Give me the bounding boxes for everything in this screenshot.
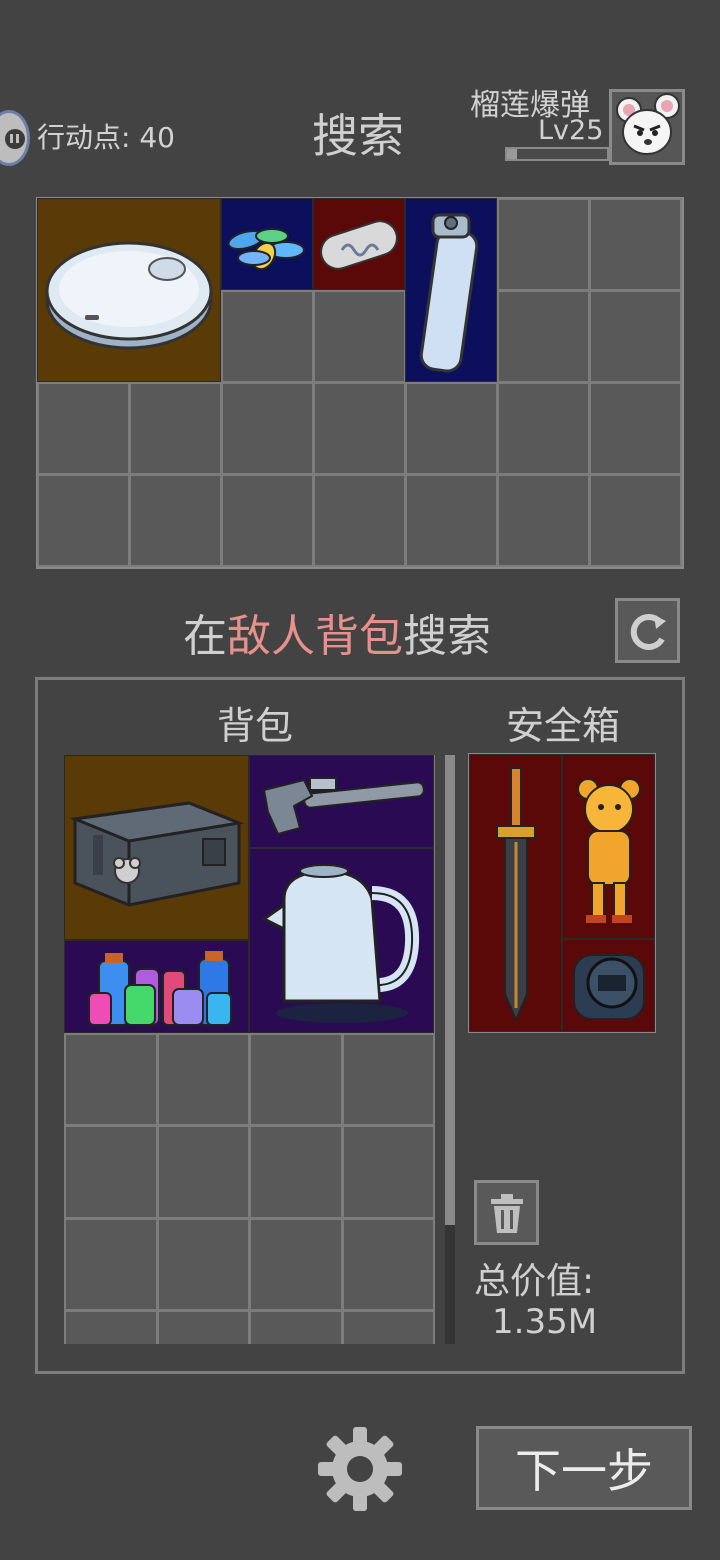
loot-grid-cell[interactable]	[497, 382, 590, 475]
backpack-grid-cell[interactable]	[341, 1217, 435, 1311]
next-step-button[interactable]: 下一步	[476, 1426, 692, 1510]
loot-grid-cell[interactable]	[221, 382, 314, 475]
search-prompt-prefix: 在	[183, 611, 227, 662]
refresh-icon	[630, 613, 666, 650]
loot-grid-cell[interactable]	[129, 474, 222, 567]
loot-grid-cell[interactable]	[405, 382, 498, 475]
backpack-item-storage-box[interactable]	[64, 755, 249, 940]
trash-icon	[490, 1193, 523, 1233]
loot-item-pills[interactable]	[221, 198, 313, 290]
backpack-grid	[64, 755, 436, 1344]
page-title: 搜索	[312, 109, 404, 163]
backpack-grid-cell[interactable]	[249, 1032, 343, 1126]
backpack-grid-cell[interactable]	[156, 1217, 250, 1311]
backpack-grid-cell[interactable]	[249, 1125, 343, 1219]
player-level: Lv25	[538, 115, 604, 146]
loot-item-capsule[interactable]	[313, 198, 405, 290]
loot-grid-cell[interactable]	[589, 198, 682, 291]
player-avatar[interactable]	[609, 89, 685, 165]
loot-grid-cell[interactable]	[313, 382, 406, 475]
backpack-item-pipe-wrench[interactable]	[249, 755, 434, 848]
action-points: 行动点: 40	[37, 121, 175, 154]
loot-item-water-bottle[interactable]	[405, 198, 497, 382]
backpack-grid-cell[interactable]	[249, 1310, 343, 1344]
loot-grid-cell[interactable]	[313, 474, 406, 567]
safebox-item-sword[interactable]	[469, 754, 562, 1032]
loot-grid-cell[interactable]	[129, 382, 222, 475]
loot-grid-cell[interactable]	[37, 382, 130, 475]
backpack-grid-cell[interactable]	[64, 1310, 158, 1344]
search-prompt-highlight: 敌人背包	[227, 611, 403, 662]
loot-grid-cell[interactable]	[221, 290, 314, 383]
xp-bar	[505, 147, 609, 161]
safebox-label: 安全箱	[506, 704, 621, 748]
xp-bar-fill	[507, 149, 517, 159]
backpack-grid-cell[interactable]	[156, 1310, 250, 1344]
backpack-grid-cell[interactable]	[64, 1125, 158, 1219]
backpack-grid-cell[interactable]	[341, 1032, 435, 1126]
backpack-grid-cell[interactable]	[156, 1125, 250, 1219]
loot-grid-cell[interactable]	[497, 290, 590, 383]
loot-grid-cell[interactable]	[221, 474, 314, 567]
gear-icon	[318, 1427, 402, 1511]
backpack-grid-cell[interactable]	[64, 1217, 158, 1311]
safebox-item-gold-bear-figure[interactable]	[562, 754, 655, 939]
backpack-grid-cell[interactable]	[341, 1125, 435, 1219]
loot-item-robot-vacuum[interactable]	[37, 198, 221, 382]
trash-button[interactable]	[474, 1180, 539, 1245]
loot-grid-cell[interactable]	[313, 290, 406, 383]
loot-grid-cell[interactable]	[589, 474, 682, 567]
search-prompt: 在敌人背包搜索	[183, 600, 491, 664]
backpack-grid-cell[interactable]	[64, 1032, 158, 1126]
loot-grid-cell[interactable]	[497, 198, 590, 291]
loot-grid-cell[interactable]	[37, 474, 130, 567]
safebox-item-watch[interactable]	[562, 939, 655, 1032]
loot-grid-cell[interactable]	[497, 474, 590, 567]
backpack-grid-cell[interactable]	[341, 1310, 435, 1344]
loot-grid-cell[interactable]	[589, 382, 682, 475]
backpack-item-electric-kettle[interactable]	[249, 848, 434, 1033]
next-step-label: 下一步	[515, 1444, 653, 1498]
loot-grid-cell[interactable]	[589, 290, 682, 383]
backpack-item-potion-bottles[interactable]	[64, 940, 249, 1033]
backpack-label: 背包	[217, 704, 294, 748]
backpack-scrollbar[interactable]	[445, 755, 455, 1344]
search-prompt-suffix: 搜索	[403, 611, 491, 662]
loot-grid-cell[interactable]	[405, 474, 498, 567]
total-value-label: 总价值:	[474, 1261, 595, 1302]
total-value: 1.35M	[492, 1302, 598, 1342]
action-points-icon	[0, 110, 30, 166]
backpack-grid-cell[interactable]	[249, 1217, 343, 1311]
settings-button[interactable]	[316, 1425, 404, 1513]
backpack-grid-cell[interactable]	[156, 1032, 250, 1126]
backpack-scrollbar-thumb[interactable]	[445, 755, 455, 1225]
refresh-button[interactable]	[615, 598, 680, 663]
